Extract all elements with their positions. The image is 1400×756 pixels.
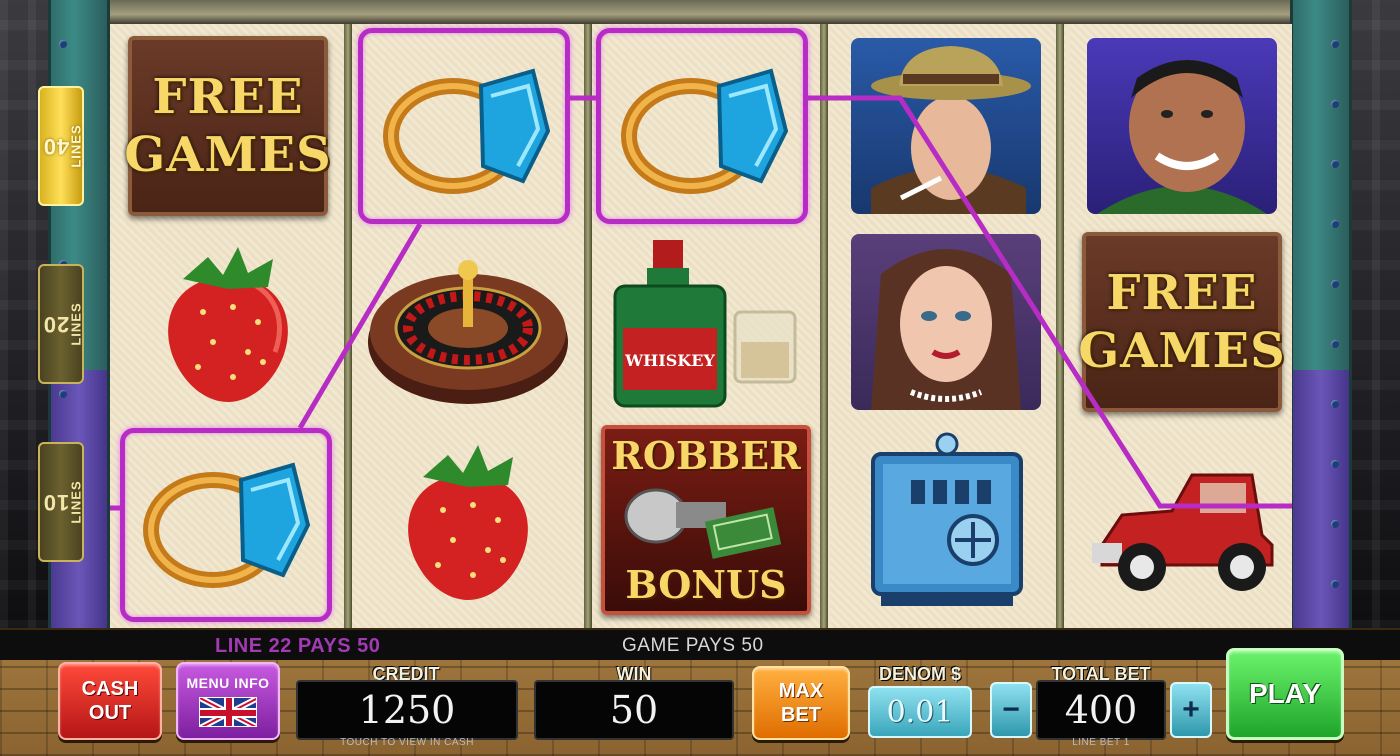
gangster-hat-symbol	[836, 28, 1056, 224]
safe-symbol	[836, 422, 1056, 618]
winning-symbol-frame	[358, 28, 570, 224]
free-games-symbol: FREE GAMES	[1072, 224, 1292, 420]
win-value: 50	[609, 688, 659, 732]
robber-text: ROBBER	[611, 433, 801, 478]
free-games-text-1: FREE	[152, 69, 304, 125]
line-pays-message: LINE 22 PAYS 50	[215, 635, 381, 657]
free-games-text-1: FREE	[1106, 265, 1258, 321]
denom-selector[interactable]: 0.01	[868, 686, 972, 738]
winning-symbol-frame	[120, 428, 332, 622]
lines-20-button[interactable]: 20 LINES	[38, 264, 84, 384]
cash-out-button[interactable]: CASH OUT	[58, 662, 162, 740]
minus-icon: −	[1002, 693, 1020, 726]
decrease-bet-button[interactable]: −	[990, 682, 1032, 738]
free-games-symbol: FREE GAMES	[118, 28, 338, 224]
lines-10-button[interactable]: 10 LINES	[38, 442, 84, 562]
top-rail	[100, 0, 1300, 24]
game-pays-message: GAME PAYS 50	[622, 635, 764, 656]
free-games-text-2: GAMES	[124, 127, 332, 183]
whiskey-label: WHISKEY	[624, 351, 715, 370]
menu-info-button[interactable]: MENU INFO	[176, 662, 280, 740]
uk-flag-icon	[199, 697, 257, 727]
lines-20-number: 20	[43, 312, 70, 337]
lines-40-label: LINES	[69, 124, 85, 168]
total-bet-value: 400	[1064, 688, 1138, 732]
menu-info-label: MENU INFO	[186, 675, 270, 691]
roulette-wheel-symbol	[358, 224, 578, 420]
cash-out-label-1: CASH	[81, 678, 139, 700]
whiskey-bottle-symbol: WHISKEY	[596, 224, 816, 420]
winning-symbol-frame	[596, 28, 808, 224]
line-bet-hint: LINE BET 1	[1072, 737, 1130, 748]
strawberry-symbol	[118, 224, 338, 420]
lines-10-number: 10	[43, 490, 70, 515]
win-display: 50	[534, 680, 734, 740]
play-label: PLAY	[1248, 678, 1322, 709]
max-bet-label-2: BET	[781, 704, 821, 726]
play-button[interactable]: PLAY	[1226, 648, 1344, 740]
lines-20-label: LINES	[69, 302, 85, 346]
strawberry-symbol	[358, 422, 578, 618]
cash-out-label-2: OUT	[88, 702, 132, 724]
lines-40-button[interactable]: 40 LINES	[38, 86, 84, 206]
boss-portrait-symbol	[1072, 28, 1292, 224]
vintage-car-symbol	[1072, 422, 1292, 618]
reels-area: FREE GAMES WHISKEY ROBBER BONUS FREE GAM…	[110, 24, 1292, 628]
max-bet-label-1: MAX	[778, 680, 824, 702]
robber-bonus-symbol: ROBBER BONUS	[596, 422, 816, 618]
denom-value: 0.01	[886, 694, 954, 730]
lines-40-number: 40	[43, 134, 70, 159]
credit-hint: TOUCH TO VIEW IN CASH	[340, 737, 474, 748]
total-bet-display: 400	[1036, 680, 1166, 740]
free-games-text-2: GAMES	[1078, 323, 1286, 379]
bonus-text: BONUS	[625, 562, 787, 607]
lines-10-label: LINES	[69, 480, 85, 524]
max-bet-button[interactable]: MAX BET	[752, 666, 850, 740]
credit-display[interactable]: 1250	[296, 680, 518, 740]
denom-label: DENOM $	[878, 664, 961, 684]
plus-icon: +	[1182, 693, 1200, 726]
increase-bet-button[interactable]: +	[1170, 682, 1212, 738]
credit-value: 1250	[358, 688, 456, 732]
woman-portrait-symbol	[836, 224, 1056, 420]
right-pillar	[1290, 0, 1352, 630]
